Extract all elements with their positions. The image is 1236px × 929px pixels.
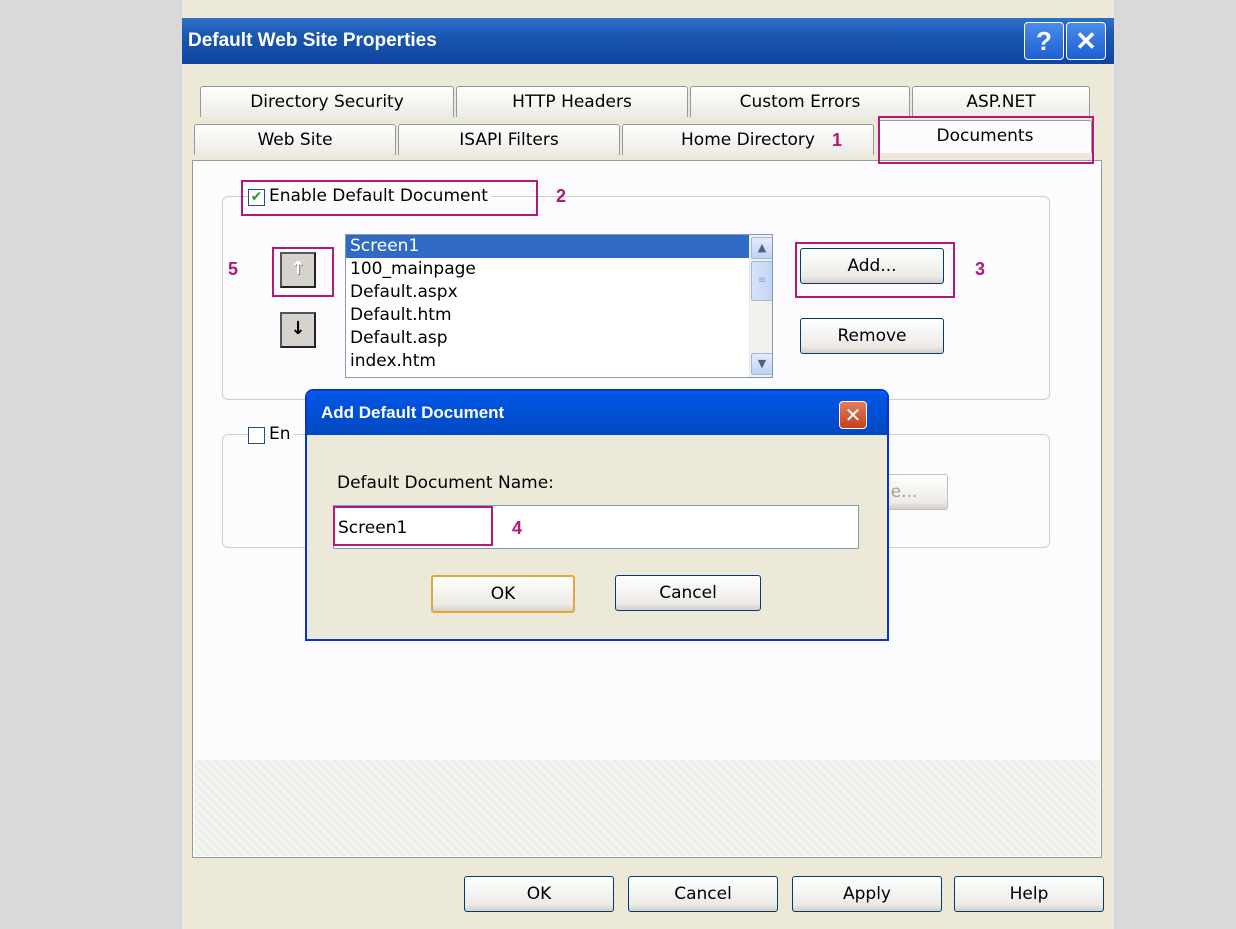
dialog-title: Add Default Document [321,403,505,422]
annotation-box-move-up [272,247,334,297]
annotation-box-documents-tab [878,116,1094,164]
dialog-title-bar: Add Default Document ✕ [307,391,887,435]
list-scrollbar[interactable]: ▲ ≡ ▼ [749,235,772,377]
tab-custom-errors[interactable]: Custom Errors [690,86,910,117]
dialog-close-icon[interactable]: ✕ [839,401,867,429]
list-item[interactable]: Default.aspx [346,281,772,304]
list-item[interactable]: 100_mainpage [346,258,772,281]
annotation-box-add-button [795,242,955,298]
title-bar: Default Web Site Properties ? ✕ [182,18,1114,64]
move-down-icon[interactable]: ↓ [280,312,316,348]
apply-button[interactable]: Apply [792,876,942,912]
panel-texture [194,760,1100,856]
enable-footer-checkbox[interactable] [248,427,265,444]
annotation-box-enable-checkbox [241,180,538,216]
annotation-number-4: 4 [512,518,523,538]
list-item[interactable]: Default.htm [346,304,772,327]
tab-http-headers[interactable]: HTTP Headers [456,86,688,117]
tab-asp-net[interactable]: ASP.NET [912,86,1090,117]
left-margin [0,0,182,929]
document-name-label: Default Document Name: [337,473,554,493]
scroll-thumb[interactable]: ≡ [751,261,772,301]
list-item[interactable]: index.htm [346,350,772,373]
annotation-number-1: 1 [832,130,843,150]
scroll-down-icon[interactable]: ▼ [751,353,772,375]
tab-directory-security[interactable]: Directory Security [200,86,454,117]
close-icon[interactable]: ✕ [1066,22,1106,60]
help-icon[interactable]: ? [1024,22,1064,60]
cancel-button[interactable]: Cancel [628,876,778,912]
dialog-ok-button[interactable]: OK [431,575,575,613]
annotation-number-5: 5 [228,259,239,279]
default-document-list[interactable]: Screen1 100_mainpage Default.aspx Defaul… [345,234,773,378]
annotation-number-3: 3 [975,259,986,279]
right-margin [1114,0,1236,929]
dialog-cancel-button[interactable]: Cancel [615,575,761,611]
annotation-box-name-input [333,506,493,546]
enable-footer-label: En [266,424,294,444]
annotation-number-2: 2 [556,186,567,206]
help-button[interactable]: Help [954,876,1104,912]
scroll-up-icon[interactable]: ▲ [751,237,772,259]
tab-web-site[interactable]: Web Site [194,124,396,155]
window-title: Default Web Site Properties [188,30,437,51]
ok-button[interactable]: OK [464,876,614,912]
list-item[interactable]: Screen1 [346,235,772,258]
remove-button[interactable]: Remove [800,318,944,354]
tab-isapi-filters[interactable]: ISAPI Filters [398,124,620,155]
list-item[interactable]: Default.asp [346,327,772,350]
